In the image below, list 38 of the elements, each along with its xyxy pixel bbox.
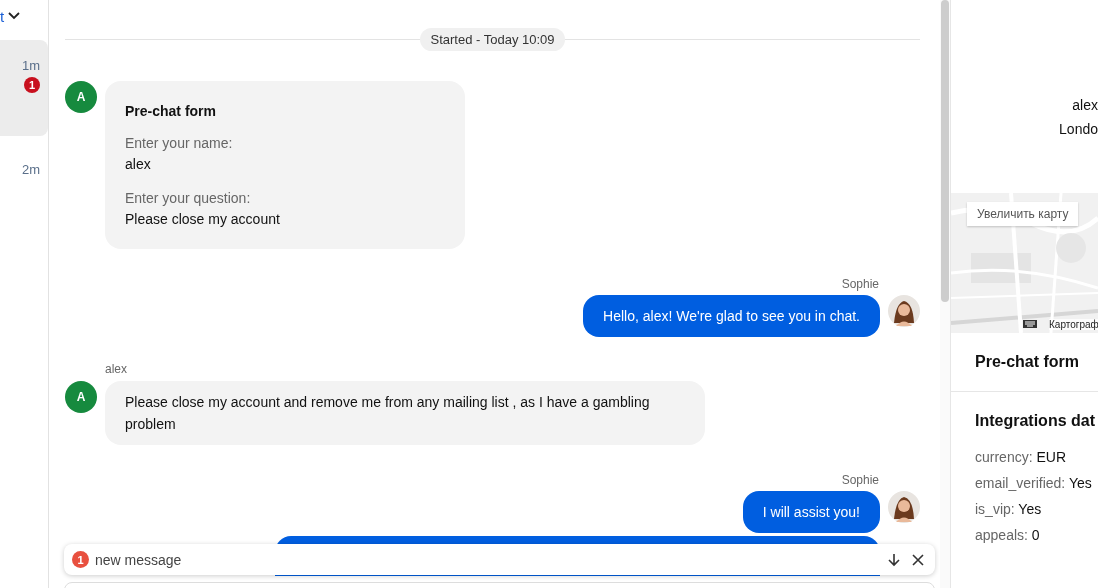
author-name: alex [105,362,127,376]
form-title: Pre-chat form [125,103,218,119]
message-bubble: Please close my account and remove me from any mailing list , as I have a gambling problem [105,381,705,445]
author-name: Sophie [841,277,879,291]
map-attribution[interactable]: Картограф [1049,319,1098,330]
data-field: appeals: 0 [975,526,1098,544]
chevron-down-icon[interactable] [8,12,21,20]
header-text: t [0,7,5,25]
enlarge-map-button[interactable]: Увеличить карту [967,202,1079,226]
date-divider: Started - Today 10:09 [420,28,565,51]
data-field: email_verified: Yes [975,474,1098,492]
new-message-bar[interactable]: 1 new message [64,544,935,575]
section-title: Integrations dat [975,412,1096,430]
new-message-text: new message [95,551,183,568]
message-bubble: I will assist you! [742,491,880,533]
visitor-name: alex [1072,96,1098,114]
count-badge: 1 [72,551,89,568]
avatar: A [65,381,97,413]
unread-badge: 1 [24,77,40,93]
keyboard-icon[interactable] [1023,320,1037,328]
field-label: Enter your name: [125,135,234,151]
time-label: 1m [21,58,40,73]
field-label: Enter your question: [125,190,252,206]
author-name: Sophie [841,473,879,487]
chat-list-item[interactable]: 1m 1 [0,40,48,136]
field-value: Please close my account [125,211,281,227]
data-field: is_vip: Yes [975,500,1098,518]
chat-list-item[interactable]: 2m [0,144,48,240]
visitor-location: Londo [1059,120,1098,138]
avatar: A [65,81,97,113]
section-title: Pre-chat form [975,353,1081,371]
scrollbar-thumb[interactable] [941,0,949,302]
message-bubble: Hello, alex! We're glad to see you in chat. [583,295,880,337]
time-label: 2m [21,162,40,177]
avatar [888,491,920,523]
avatar [888,295,920,327]
data-field: currency: EUR [975,448,1098,466]
field-value: alex [125,156,152,172]
